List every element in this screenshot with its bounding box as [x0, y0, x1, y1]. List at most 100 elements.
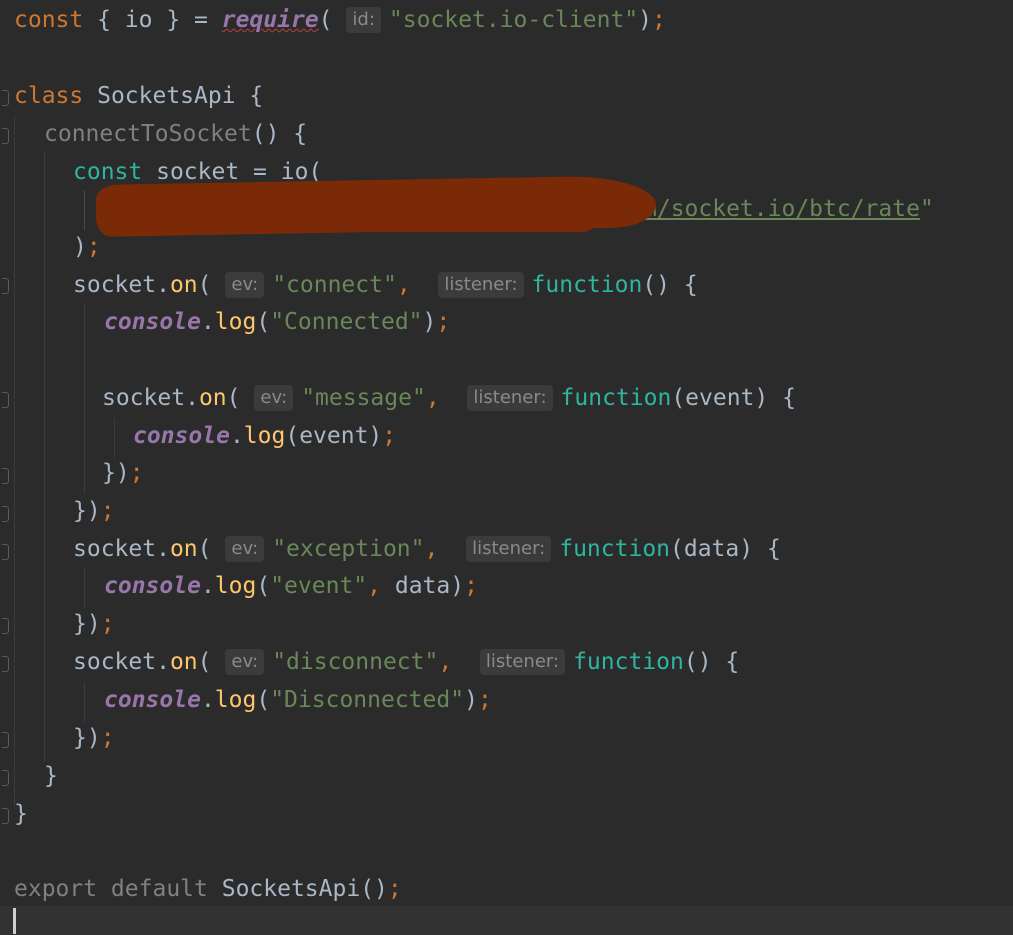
code-line[interactable]: console.log("event", data); — [104, 568, 478, 605]
keyword: function — [531, 272, 643, 298]
semicolon: ; — [382, 423, 397, 449]
parameter-hint: ev: — [225, 649, 265, 675]
code-line[interactable]: }); — [102, 455, 144, 492]
code-text: (data) { — [670, 536, 781, 562]
string-literal: "message" — [301, 385, 426, 411]
indent-guide — [84, 682, 85, 722]
code-line[interactable]: } — [14, 796, 28, 833]
semicolon: ; — [100, 498, 115, 524]
code-line[interactable]: }); — [73, 606, 115, 643]
semicolon: ; — [436, 309, 451, 335]
code-line[interactable]: connectToSocket() { — [44, 116, 307, 153]
code-text: } — [44, 763, 58, 789]
comma: , — [424, 536, 439, 562]
fold-marker-icon[interactable] — [2, 392, 9, 408]
code-line[interactable]: socket.on( ev: "message", listener: functi… — [102, 380, 796, 417]
text-caret — [13, 908, 16, 934]
code-text: }) — [73, 498, 101, 524]
code-text: ) — [464, 687, 478, 713]
code-line[interactable]: socket.on( ev: "exception", listener: func… — [73, 531, 781, 568]
indent-guide — [84, 568, 85, 608]
parameter-hint: ev: — [225, 536, 265, 562]
keyword: export default — [14, 876, 208, 902]
code-line[interactable]: ); — [73, 229, 101, 266]
string-literal: " — [919, 196, 934, 222]
string-literal: "exception" — [272, 536, 425, 562]
semicolon: ; — [86, 234, 101, 260]
console-object: console — [104, 687, 201, 713]
console-object: console — [104, 309, 201, 335]
code-line[interactable]: console.log("Disconnected"); — [104, 682, 492, 719]
keyword: const — [73, 159, 143, 185]
code-text: . — [156, 536, 170, 562]
code-text: ( — [256, 687, 271, 713]
fold-marker-icon[interactable] — [2, 656, 9, 672]
semicolon: ; — [387, 876, 402, 902]
code-line[interactable]: m/socket.io/btc/rate" — [643, 191, 934, 228]
semicolon: ; — [129, 460, 144, 486]
code-text: ( — [197, 272, 212, 298]
comma: , — [425, 385, 440, 411]
fold-marker-icon[interactable] — [2, 732, 9, 748]
code-line[interactable]: socket.on( ev: "disconnect", listener: fun… — [73, 644, 739, 681]
parameter-hint: ev: — [254, 385, 294, 411]
code-text: ( — [256, 573, 271, 599]
code-line[interactable]: console.log(event); — [133, 418, 396, 455]
fold-marker-icon[interactable] — [2, 618, 9, 634]
code-text: . — [229, 423, 244, 449]
fold-marker-icon[interactable] — [2, 128, 9, 144]
keyword: function — [560, 385, 672, 411]
function-name: log — [214, 573, 257, 599]
code-text: ( — [256, 309, 271, 335]
code-text: }) — [73, 725, 101, 751]
current-line-highlight[interactable] — [0, 906, 1013, 935]
code-line[interactable]: console.log("Connected"); — [104, 304, 450, 341]
code-text: }) — [73, 611, 101, 637]
parameter-hint: listener: — [466, 536, 552, 562]
code-text: () { — [642, 272, 698, 298]
code-line[interactable]: }); — [73, 720, 115, 757]
code-text: (event) — [285, 423, 383, 449]
console-object: console — [104, 573, 201, 599]
code-line[interactable]: const { io } = require( id: "socket.io-cl… — [14, 2, 666, 39]
code-line[interactable]: class SocketsApi { — [14, 78, 263, 115]
code-text: }) — [102, 460, 130, 486]
code-text: ( — [318, 7, 333, 33]
code-line[interactable]: export default SocketsApi(); — [14, 871, 402, 908]
keyword: const — [14, 7, 84, 33]
parameter-hint: listener: — [467, 385, 553, 411]
code-line[interactable]: socket.on( ev: "connect", listener: functi… — [73, 267, 698, 304]
code-text: SocketsApi() — [207, 876, 388, 902]
code-line[interactable]: }); — [73, 493, 115, 530]
code-text: . — [156, 649, 170, 675]
fold-marker-icon[interactable] — [2, 90, 9, 106]
code-text: ( — [197, 536, 212, 562]
function-name: on — [169, 649, 198, 675]
console-object: console — [133, 423, 230, 449]
fold-marker-icon[interactable] — [2, 278, 9, 294]
fold-marker-icon[interactable] — [2, 808, 9, 824]
parameter-hint: listener: — [479, 649, 566, 675]
code-text: ( — [226, 385, 241, 411]
function-name: log — [214, 687, 257, 713]
keyword: function — [573, 649, 684, 675]
fold-marker-icon[interactable] — [2, 506, 9, 522]
object-name: socket — [73, 272, 157, 298]
code-text: } — [14, 801, 28, 827]
code-text: . — [185, 385, 199, 411]
fold-marker-icon[interactable] — [2, 544, 9, 560]
string-literal: "disconnect" — [272, 649, 439, 675]
code-line[interactable]: } — [44, 758, 58, 795]
semicolon: ; — [464, 573, 478, 599]
method-name: connectToSocket — [44, 121, 252, 147]
indent-guide — [44, 152, 45, 762]
indent-guide — [14, 116, 15, 806]
comma: , — [367, 573, 381, 599]
fold-marker-icon[interactable] — [2, 468, 9, 484]
object-name: socket — [102, 385, 186, 411]
code-text: ) — [422, 309, 437, 335]
fold-marker-icon[interactable] — [2, 770, 9, 786]
code-editor[interactable]: const { io } = require( id: "socket.io-cl… — [0, 0, 1013, 935]
url-string[interactable]: m/socket.io/btc/rate — [643, 196, 920, 222]
parameter-hint: ev: — [225, 272, 265, 298]
